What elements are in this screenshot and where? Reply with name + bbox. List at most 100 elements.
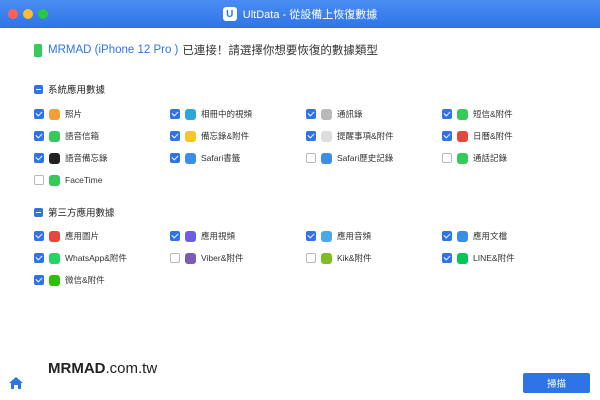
data-type-item[interactable]: 提醒事項&附件 — [306, 129, 394, 143]
data-type-label: Kik&附件 — [337, 253, 372, 263]
checkbox[interactable] — [306, 231, 316, 241]
home-icon[interactable] — [8, 375, 24, 391]
data-type-label: 相冊中的視頻 — [201, 109, 253, 119]
watermark: MRMAD.com.tw — [48, 360, 157, 377]
checkbox[interactable] — [306, 109, 316, 119]
data-type-item[interactable]: 通訊錄 — [306, 107, 363, 121]
data-type-label: Safari歷史記錄 — [337, 153, 394, 163]
scan-button[interactable]: 掃描 — [523, 373, 590, 393]
checkbox[interactable] — [442, 109, 452, 119]
data-type-item[interactable]: 微信&附件 — [34, 273, 105, 287]
viber-icon — [185, 252, 196, 264]
title-bar: U UltData - 從設備上恢復數據 — [0, 0, 600, 28]
watermark-domain: .com.tw — [105, 360, 158, 377]
headline-text: 已連接！請選擇你想要恢復的數據類型 — [182, 45, 378, 57]
data-type-item[interactable]: FaceTime — [34, 173, 102, 187]
data-type-item[interactable]: 相冊中的視頻 — [170, 107, 252, 121]
data-type-label: 照片 — [65, 109, 83, 119]
checkbox[interactable] — [34, 175, 44, 185]
photos-icon — [49, 108, 60, 120]
data-type-label: 語音備忘錄 — [65, 153, 108, 163]
data-type-label: 應用視頻 — [201, 231, 236, 241]
data-type-item[interactable]: Viber&附件 — [170, 251, 243, 265]
device-name: MRMAD (iPhone 12 Pro ) — [48, 44, 179, 56]
checkbox[interactable] — [34, 131, 44, 141]
checkbox[interactable] — [34, 231, 44, 241]
app-document-icon — [457, 230, 468, 242]
checkbox[interactable] — [442, 153, 452, 163]
section-header-third-party[interactable]: 第三方應用數據 — [34, 205, 115, 219]
data-type-item[interactable]: 語音備忘錄 — [34, 151, 108, 165]
section-header-system[interactable]: 系統應用數據 — [34, 82, 105, 96]
phone-icon — [34, 43, 42, 57]
data-type-item[interactable]: LINE&附件 — [442, 251, 515, 265]
checkbox[interactable] — [34, 275, 44, 285]
checkbox[interactable] — [170, 153, 180, 163]
line-icon — [457, 252, 468, 264]
window-title-group: U UltData - 從設備上恢復數據 — [0, 0, 600, 28]
data-type-label: LINE&附件 — [473, 253, 515, 263]
data-type-item[interactable]: 短信&附件 — [442, 107, 513, 121]
data-type-item[interactable]: Safari書籤 — [170, 151, 240, 165]
ultdata-logo-icon: U — [222, 7, 237, 21]
data-type-item[interactable]: Kik&附件 — [306, 251, 371, 265]
connection-headline: MRMAD (iPhone 12 Pro ) 已連接！請選擇你想要恢復的數據類型 — [34, 42, 378, 58]
data-type-item[interactable]: 備忘錄&附件 — [170, 129, 249, 143]
data-type-label: 應用文檔 — [473, 231, 508, 241]
checkbox[interactable] — [306, 253, 316, 263]
checkbox[interactable] — [170, 131, 180, 141]
notes-icon — [185, 130, 196, 142]
data-type-item[interactable]: 語音信箱 — [34, 129, 99, 143]
data-type-label: 提醒事項&附件 — [337, 131, 394, 141]
checkbox[interactable] — [34, 253, 44, 263]
data-type-item[interactable]: WhatsApp&附件 — [34, 251, 127, 265]
data-type-item[interactable]: 應用視頻 — [170, 229, 235, 243]
watermark-brand: MRMAD — [48, 360, 106, 377]
safari-history-icon — [321, 152, 332, 164]
voice-memo-icon — [49, 152, 60, 164]
facetime-icon — [49, 174, 60, 186]
data-type-label: 語音信箱 — [65, 131, 100, 141]
checkbox[interactable] — [34, 109, 44, 119]
video-icon — [185, 108, 196, 120]
checkbox[interactable] — [34, 153, 44, 163]
data-type-item[interactable]: Safari歷史記錄 — [306, 151, 393, 165]
checkbox[interactable] — [442, 131, 452, 141]
data-type-label: 通話記錄 — [473, 153, 508, 163]
data-type-label: 應用音頻 — [337, 231, 372, 241]
data-type-item[interactable]: 應用圖片 — [34, 229, 99, 243]
data-type-item[interactable]: 應用文檔 — [442, 229, 507, 243]
data-type-label: 通訊錄 — [337, 109, 363, 119]
app-photos-icon — [49, 230, 60, 242]
wechat-icon — [49, 274, 60, 286]
data-type-item[interactable]: 日曆&附件 — [442, 129, 513, 143]
phone-icon — [457, 152, 468, 164]
checkbox[interactable] — [306, 131, 316, 141]
data-type-item[interactable]: 照片 — [34, 107, 82, 121]
checkbox[interactable] — [170, 109, 180, 119]
checkbox[interactable] — [170, 253, 180, 263]
app-audio-icon — [321, 230, 332, 242]
checkbox[interactable] — [442, 231, 452, 241]
checkbox[interactable] — [306, 153, 316, 163]
whatsapp-icon — [49, 252, 60, 264]
checkbox[interactable] — [170, 231, 180, 241]
data-type-label: WhatsApp&附件 — [65, 253, 127, 263]
contacts-icon — [321, 108, 332, 120]
app-video-icon — [185, 230, 196, 242]
data-type-label: FaceTime — [65, 175, 103, 185]
data-type-item[interactable]: 通話記錄 — [442, 151, 507, 165]
safari-icon — [185, 152, 196, 164]
data-type-label: 日曆&附件 — [473, 131, 513, 141]
data-type-label: Safari書籤 — [201, 153, 241, 163]
data-type-label: Viber&附件 — [201, 253, 244, 263]
data-type-label: 應用圖片 — [65, 231, 100, 241]
voicemail-icon — [49, 130, 60, 142]
collapse-minus-icon[interactable] — [34, 207, 43, 217]
data-type-item[interactable]: 應用音頻 — [306, 229, 371, 243]
checkbox[interactable] — [442, 253, 452, 263]
window-title: UltData - 從設備上恢復數據 — [242, 9, 378, 21]
collapse-minus-icon[interactable] — [34, 84, 43, 94]
messages-icon — [457, 108, 468, 120]
reminders-icon — [321, 130, 332, 142]
